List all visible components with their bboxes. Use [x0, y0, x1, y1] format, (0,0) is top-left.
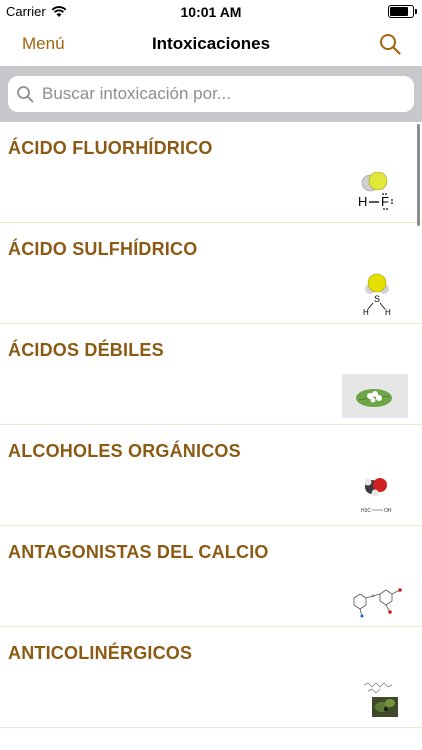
battery-icon [388, 5, 417, 18]
calcium-antagonist-structure-icon [353, 588, 402, 618]
list-item[interactable]: ANTAGONISTAS DEL CALCIO [0, 526, 422, 627]
hf-molecule-icon: H F [358, 172, 393, 210]
h2s-molecule-icon: S H H [363, 273, 391, 317]
list-item[interactable]: ÁCIDOS DÉBILES [0, 324, 422, 425]
status-time: 10:01 AM [180, 4, 242, 20]
svg-text:H: H [358, 194, 367, 209]
svg-text:H: H [385, 308, 391, 317]
magnifier-icon [17, 86, 34, 103]
svg-text:S: S [374, 294, 380, 304]
search-field[interactable] [8, 76, 414, 112]
list-item[interactable]: ANTICOLINÉRGICOS [0, 627, 422, 728]
intoxication-list: ÁCIDO FLUORHÍDRICO H F ÁCIDO SULFHÍDRICO… [0, 122, 422, 750]
battery-level [390, 7, 408, 16]
item-label: ÁCIDOS DÉBILES [8, 340, 164, 360]
search-input[interactable] [40, 83, 414, 105]
item-label: ALCOHOLES ORGÁNICOS [8, 441, 241, 461]
svg-text:F: F [381, 194, 389, 209]
svg-text:H: H [363, 308, 369, 317]
search-bar [0, 66, 422, 122]
item-label: ANTAGONISTAS DEL CALCIO [8, 542, 269, 562]
list-item[interactable]: ALCOHOLES ORGÁNICOS H3C OH [0, 425, 422, 526]
belladona-plant-icon [363, 682, 398, 717]
svg-text:OH: OH [384, 508, 392, 514]
item-label: ANTICOLINÉRGICOS [8, 643, 193, 663]
item-label: ÁCIDO SULFHÍDRICO [8, 239, 198, 259]
item-label: ÁCIDO FLUORHÍDRICO [8, 138, 213, 158]
list-item[interactable]: ÁCIDO SULFHÍDRICO S H H [0, 223, 422, 324]
list-item[interactable]: ÁCIDO FLUORHÍDRICO H F [0, 122, 422, 223]
scrollbar[interactable] [417, 124, 420, 226]
search-icon[interactable] [378, 32, 402, 56]
svg-text:H3C: H3C [361, 508, 371, 514]
menu-button[interactable]: Menú [22, 34, 65, 54]
leaf-flowers-image [342, 374, 408, 418]
navigation-bar: Menú Intoxicaciones [0, 24, 422, 66]
alcohol-molecule-icon: H3C OH [361, 478, 392, 514]
status-bar: Carrier 10:01 AM [0, 0, 422, 24]
